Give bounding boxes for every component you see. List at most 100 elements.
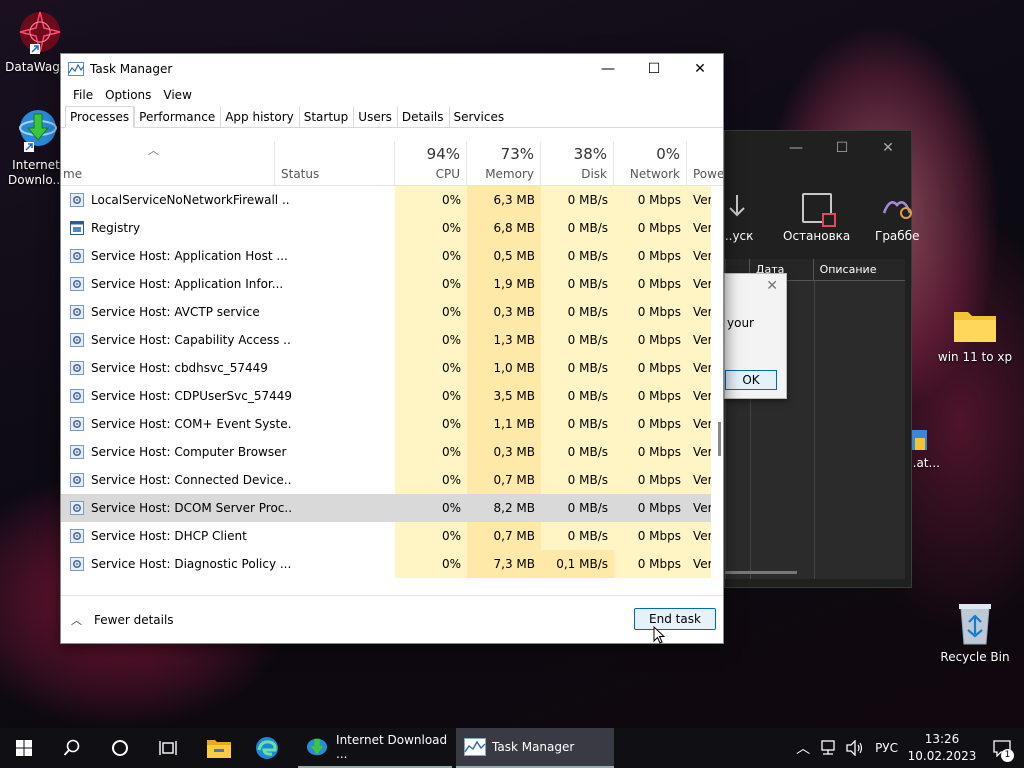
start-button[interactable] (0, 728, 48, 768)
menu-view[interactable]: View (157, 88, 197, 102)
tab-services[interactable]: Services (448, 106, 510, 127)
column-label: Network (629, 167, 680, 181)
table-row[interactable]: Service Host: DHCP Client 0% 0,7 MB 0 MB/s 0… (61, 522, 711, 550)
chevron-up-icon[interactable]: ︿ (791, 738, 815, 758)
task-view-icon (159, 741, 177, 755)
disk-value: 0 MB/s (541, 354, 614, 382)
gear-icon (70, 249, 84, 263)
recycle-bin-icon (959, 604, 991, 645)
network-value: 0 Mbps (614, 354, 687, 382)
maximize-icon[interactable]: ☐ (819, 140, 865, 156)
notification-center-button[interactable]: 1 (980, 739, 1024, 762)
process-table[interactable]: ︿ me Status 94% CPU 73% Memory 38% Disk … (61, 142, 724, 597)
close-icon[interactable]: ✕ (865, 140, 911, 156)
tab-app-history[interactable]: App history (220, 106, 299, 127)
column-header-disk[interactable]: 38% Disk (541, 142, 614, 186)
cortana-button[interactable] (96, 728, 144, 768)
table-row[interactable]: Service Host: COM+ Event Syste... 0% 1,1 M… (61, 410, 711, 438)
maximize-button[interactable]: ☐ (631, 54, 677, 84)
disk-value: 0 MB/s (541, 242, 614, 270)
tab-startup[interactable]: Startup (298, 106, 354, 127)
close-button[interactable]: ✕ (677, 54, 723, 84)
disk-total: 38% (573, 145, 607, 163)
end-task-button[interactable]: End task (634, 608, 716, 630)
disk-value: 0 MB/s (541, 438, 614, 466)
table-row[interactable]: Service Host: Computer Browser 0% 0,3 MB 0 … (61, 438, 711, 466)
menu-options[interactable]: Options (99, 88, 157, 102)
task-manager-window[interactable]: Task Manager — ☐ ✕ File Options View Pro… (60, 53, 724, 644)
volume-icon[interactable] (845, 740, 865, 756)
search-button[interactable] (48, 728, 96, 768)
ok-button[interactable]: OK (725, 370, 777, 390)
internet-download-manager-icon (306, 738, 328, 756)
table-row[interactable]: Service Host: Application Infor... 0% 1,9 … (61, 270, 711, 298)
taskbar-app-task-manager[interactable]: Task Manager (456, 728, 614, 768)
gear-icon (70, 557, 84, 571)
table-row[interactable]: LocalServiceNoNetworkFirewall ... 0% 6,3 M… (61, 186, 711, 214)
column-label: Powe (693, 167, 724, 181)
cpu-value: 0% (395, 186, 467, 214)
process-name: Service Host: Capability Access ... (91, 333, 291, 347)
process-name: Service Host: CDPUserSvc_57449 (91, 389, 291, 403)
tab-users[interactable]: Users (353, 106, 397, 127)
table-row[interactable]: Service Host: Application Host ... 0% 0,5 … (61, 242, 711, 270)
bg-tool-grabber[interactable]: Граббе (875, 193, 919, 243)
vertical-scrollbar[interactable] (718, 422, 721, 456)
column-header-network[interactable]: 0% Network (614, 142, 687, 186)
desktop-icon-win11-to-xp[interactable]: win 11 to xp (935, 306, 1015, 365)
language-indicator[interactable]: РУС (875, 741, 898, 755)
download-arrow-icon (722, 193, 752, 223)
tab-performance[interactable]: Performance (134, 106, 220, 127)
tab-details[interactable]: Details (396, 106, 449, 127)
clock-date: 10.02.2023 (907, 749, 977, 763)
memory-value: 0,7 MB (467, 466, 541, 494)
taskbar-edge[interactable] (244, 728, 290, 768)
column-header-status[interactable]: Status (275, 142, 395, 186)
minimize-button[interactable]: — (585, 54, 631, 84)
title-bar[interactable]: Task Manager — ☐ ✕ (61, 54, 723, 84)
disk-value: 0,1 MB/s (541, 550, 614, 578)
desktop-icon-recycle-bin[interactable]: Recycle Bin (935, 600, 1015, 665)
table-row[interactable]: Service Host: Capability Access ... 0% 1,3… (61, 326, 711, 354)
table-row[interactable]: Service Host: DCOM Server Proc... 0% 8,2 M… (61, 494, 711, 522)
memory-value: 6,8 MB (467, 214, 541, 242)
minimize-icon[interactable]: — (773, 140, 819, 156)
table-row[interactable]: Service Host: Diagnostic Policy ... 0% 7,3… (61, 550, 711, 578)
column-header-cpu[interactable]: 94% CPU (395, 142, 467, 186)
bg-col-description[interactable]: Описание (814, 259, 905, 280)
taskbar-app-label: Internet Download ... (336, 733, 448, 761)
gear-icon (70, 305, 84, 319)
bg-tool-start[interactable]: ...уск (721, 193, 753, 243)
cpu-value: 0% (395, 382, 467, 410)
gear-icon (70, 389, 84, 403)
network-value: 0 Mbps (614, 466, 687, 494)
tab-processes[interactable]: Processes (65, 106, 135, 128)
cpu-value: 0% (395, 326, 467, 354)
bg-tool-stop[interactable]: Остановка (783, 193, 850, 243)
fewer-details-label: Fewer details (94, 613, 174, 627)
close-icon[interactable]: ✕ (766, 278, 778, 294)
menu-file[interactable]: File (67, 88, 99, 102)
table-row[interactable]: Service Host: CDPUserSvc_57449 0% 3,5 MB 0 … (61, 382, 711, 410)
windows-logo-icon (16, 740, 32, 756)
menu-bar: File Options View (61, 84, 723, 106)
taskbar-file-explorer[interactable] (196, 728, 242, 768)
clock[interactable]: 13:26 10.02.2023 (904, 731, 980, 765)
table-row[interactable]: Service Host: cbdhsvc_57449 0% 1,0 MB 0 MB/… (61, 354, 711, 382)
column-header-power[interactable]: Powe (687, 142, 724, 186)
bg-tool-label: Остановка (783, 229, 851, 243)
process-name: Registry (91, 221, 141, 235)
task-view-button[interactable] (144, 728, 192, 768)
column-header-name[interactable]: ︿ me (61, 142, 275, 186)
notification-count-badge: 1 (1001, 749, 1014, 762)
message-dialog[interactable]: ✕ your OK (724, 273, 787, 399)
network-icon[interactable] (819, 740, 837, 756)
column-header-memory[interactable]: 73% Memory (467, 142, 541, 186)
table-row[interactable]: Registry 0% 6,8 MB 0 MB/s 0 Mbps Ver (61, 214, 711, 242)
cpu-value: 0% (395, 354, 467, 382)
table-row[interactable]: Service Host: Connected Device... 0% 0,7 M… (61, 466, 711, 494)
fewer-details-button[interactable]: ︿ Fewer details (71, 612, 174, 628)
table-row[interactable]: Service Host: AVCTP service 0% 0,3 MB 0 MB/… (61, 298, 711, 326)
taskbar-app-internet-download[interactable]: Internet Download ... (298, 728, 452, 768)
bg-horizontal-scrollbar[interactable] (725, 571, 797, 574)
